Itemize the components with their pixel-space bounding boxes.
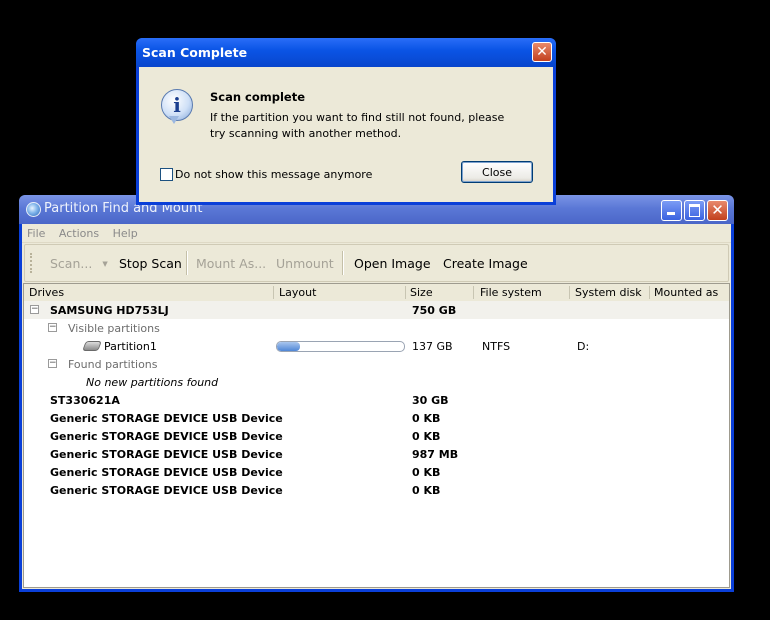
collapse-icon[interactable]: − xyxy=(48,323,57,332)
collapse-icon[interactable]: − xyxy=(30,305,39,314)
dialog-body: i Scan complete If the partition you wan… xyxy=(139,67,553,202)
maximize-button[interactable] xyxy=(684,200,705,221)
dialog-close-button[interactable]: ✕ xyxy=(532,42,552,62)
scan-complete-dialog: Scan Complete ✕ i Scan complete If the p… xyxy=(136,38,556,205)
scan-button[interactable]: Scan... ▼ xyxy=(50,256,108,271)
drive-size: 0 KB xyxy=(412,430,441,443)
drive-size: 750 GB xyxy=(412,304,457,317)
column-mounted-as[interactable]: Mounted as xyxy=(654,286,718,299)
partition-system-disk: D: xyxy=(577,340,590,353)
menu-bar: File Actions Help xyxy=(22,224,731,243)
table-row[interactable]: − SAMSUNG HD753LJ 750 GB xyxy=(24,301,729,319)
menu-file[interactable]: File xyxy=(22,224,50,240)
hard-drive-icon xyxy=(82,341,102,351)
table-row[interactable]: Generic STORAGE DEVICE USB Device 0 KB xyxy=(24,409,729,427)
dont-show-checkbox[interactable] xyxy=(160,168,173,181)
column-size[interactable]: Size xyxy=(410,286,433,299)
close-button[interactable]: Close xyxy=(461,161,533,183)
stop-scan-button[interactable]: Stop Scan xyxy=(119,256,182,271)
info-icon-tail xyxy=(169,116,179,124)
drive-name: ST330621A xyxy=(50,394,120,407)
close-icon: ✕ xyxy=(711,201,724,219)
scan-label: Scan... xyxy=(50,256,93,271)
table-row[interactable]: − Visible partitions xyxy=(24,319,729,337)
open-image-button[interactable]: Open Image xyxy=(354,256,431,271)
menu-actions[interactable]: Actions xyxy=(54,224,104,240)
drive-size: 987 MB xyxy=(412,448,459,461)
column-divider[interactable] xyxy=(569,286,570,299)
column-headers: Drives Layout Size File system System di… xyxy=(24,284,729,302)
main-window: Partition Find and Mount ✕ File Actions … xyxy=(19,195,734,592)
dont-show-label[interactable]: Do not show this message anymore xyxy=(175,168,372,181)
table-row[interactable]: Generic STORAGE DEVICE USB Device 0 KB xyxy=(24,463,729,481)
column-divider[interactable] xyxy=(473,286,474,299)
table-row[interactable]: ST330621A 30 GB xyxy=(24,391,729,409)
empty-message: No new partitions found xyxy=(86,376,219,389)
toolbar-separator xyxy=(186,251,188,275)
drive-name: Generic STORAGE DEVICE USB Device xyxy=(50,448,283,461)
window-close-button[interactable]: ✕ xyxy=(707,200,728,221)
drive-name: Generic STORAGE DEVICE USB Device xyxy=(50,430,283,443)
dialog-titlebar[interactable]: Scan Complete ✕ xyxy=(136,38,556,67)
menu-help[interactable]: Help xyxy=(108,224,143,240)
drive-size: 0 KB xyxy=(412,484,441,497)
layout-bar-fill xyxy=(277,342,300,351)
drive-size: 0 KB xyxy=(412,466,441,479)
close-icon: ✕ xyxy=(536,44,548,60)
window-client: File Actions Help Scan... ▼ Stop Scan Mou… xyxy=(22,224,731,589)
column-divider[interactable] xyxy=(649,286,650,299)
group-label: Found partitions xyxy=(68,358,158,371)
mount-as-button[interactable]: Mount As... xyxy=(196,256,266,271)
drive-name: Generic STORAGE DEVICE USB Device xyxy=(50,412,283,425)
toolbar-grip[interactable] xyxy=(30,253,34,273)
drive-size: 0 KB xyxy=(412,412,441,425)
layout-bar xyxy=(276,341,405,352)
table-row: No new partitions found xyxy=(24,373,729,391)
dropdown-arrow-icon[interactable]: ▼ xyxy=(102,260,107,268)
column-drives[interactable]: Drives xyxy=(29,286,64,299)
drive-name: Generic STORAGE DEVICE USB Device xyxy=(50,484,283,497)
maximize-icon xyxy=(689,204,700,217)
drives-list[interactable]: Drives Layout Size File system System di… xyxy=(23,283,730,588)
minimize-button[interactable] xyxy=(661,200,682,221)
minimize-icon xyxy=(667,212,675,215)
column-file-system[interactable]: File system xyxy=(480,286,542,299)
table-row[interactable]: Generic STORAGE DEVICE USB Device 987 MB xyxy=(24,445,729,463)
column-layout[interactable]: Layout xyxy=(279,286,316,299)
dialog-title: Scan Complete xyxy=(142,45,248,60)
column-system-disk[interactable]: System disk xyxy=(575,286,642,299)
toolbar: Scan... ▼ Stop Scan Mount As... Unmount O… xyxy=(24,244,729,282)
collapse-icon[interactable]: − xyxy=(48,359,57,368)
column-divider[interactable] xyxy=(273,286,274,299)
table-row[interactable]: Generic STORAGE DEVICE USB Device 0 KB xyxy=(24,427,729,445)
group-label: Visible partitions xyxy=(68,322,160,335)
create-image-button[interactable]: Create Image xyxy=(443,256,528,271)
partition-size: 137 GB xyxy=(412,340,453,353)
table-row[interactable]: − Found partitions xyxy=(24,355,729,373)
unmount-button[interactable]: Unmount xyxy=(276,256,334,271)
partition-name: Partition1 xyxy=(104,340,157,353)
dialog-message: If the partition you want to find still … xyxy=(210,111,505,140)
table-row[interactable]: Generic STORAGE DEVICE USB Device 0 KB xyxy=(24,481,729,499)
app-disc-icon xyxy=(26,202,41,217)
column-divider[interactable] xyxy=(405,286,406,299)
drive-name: SAMSUNG HD753LJ xyxy=(50,304,169,317)
dialog-heading: Scan complete xyxy=(210,90,306,104)
drive-size: 30 GB xyxy=(412,394,449,407)
table-row[interactable]: Partition1 137 GB NTFS D: xyxy=(24,337,729,355)
partition-fs: NTFS xyxy=(482,340,511,353)
drive-name: Generic STORAGE DEVICE USB Device xyxy=(50,466,283,479)
toolbar-separator xyxy=(342,251,344,275)
